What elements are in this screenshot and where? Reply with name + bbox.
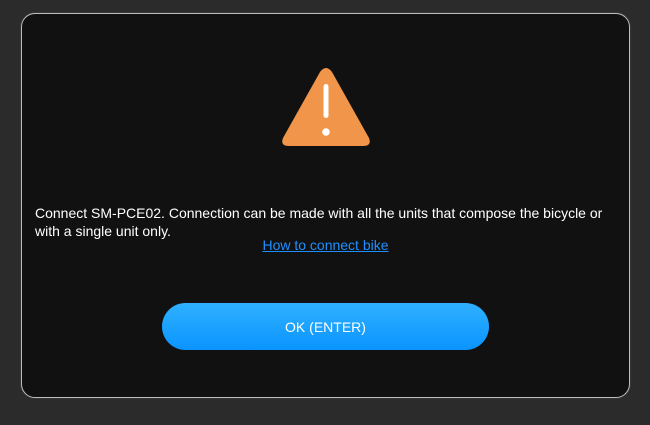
ok-button[interactable]: OK (ENTER) — [162, 303, 489, 350]
alert-dialog: Connect SM-PCE02. Connection can be made… — [21, 13, 630, 398]
how-to-connect-link[interactable]: How to connect bike — [22, 236, 629, 254]
dialog-message: Connect SM-PCE02. Connection can be made… — [35, 205, 603, 239]
warning-triangle-icon — [280, 66, 372, 148]
